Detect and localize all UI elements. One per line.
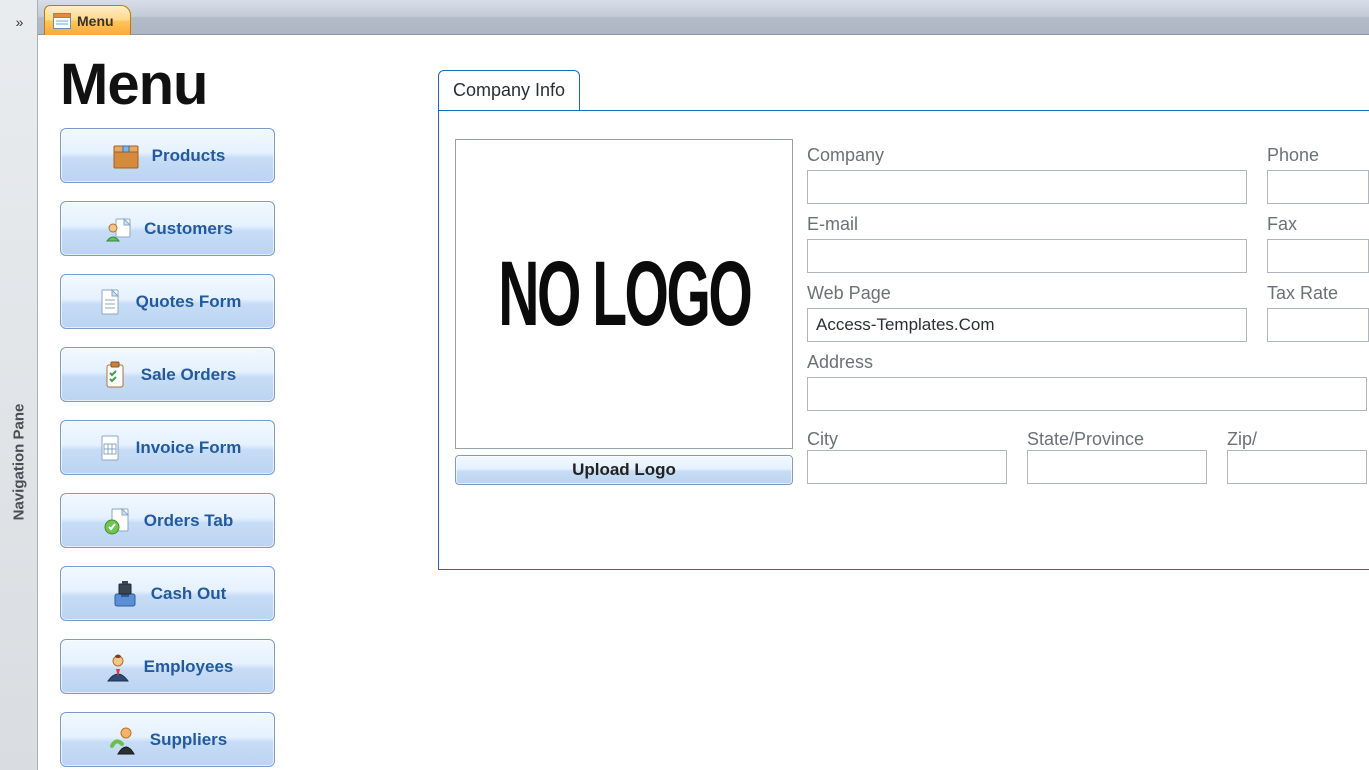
products-button[interactable]: Products	[60, 128, 275, 183]
document-tab-menu[interactable]: Menu	[44, 5, 131, 35]
label-city: City	[807, 429, 1007, 450]
company-field[interactable]	[807, 170, 1247, 204]
label-fax: Fax	[1267, 214, 1369, 235]
invoice-form-button[interactable]: Invoice Form	[60, 420, 275, 475]
menu-item-label: Products	[152, 146, 226, 166]
content: Menu Products	[38, 35, 1369, 770]
supplier-icon	[108, 724, 140, 756]
menu-item-label: Sale Orders	[141, 365, 236, 385]
label-email: E-mail	[807, 214, 1247, 235]
fields-area: Company E-mail Web Page Address City	[807, 139, 1369, 541]
page-title: Menu	[60, 51, 416, 118]
navigation-pane[interactable]: » Navigation Pane	[0, 0, 38, 770]
box-icon	[110, 140, 142, 172]
tab-company-info[interactable]: Company Info	[438, 70, 580, 110]
menu-item-label: Invoice Form	[136, 438, 242, 458]
expand-nav-icon[interactable]: »	[16, 14, 22, 30]
navigation-pane-label: Navigation Pane	[10, 404, 27, 521]
suppliers-button[interactable]: Suppliers	[60, 712, 275, 767]
menu-item-label: Cash Out	[151, 584, 227, 604]
form-icon	[53, 13, 71, 29]
customer-icon	[102, 213, 134, 245]
menu-item-label: Customers	[144, 219, 233, 239]
main-area: Menu Menu Products	[38, 0, 1369, 770]
taxrate-field[interactable]	[1267, 308, 1369, 342]
document-tabstrip: Menu	[38, 0, 1369, 35]
email-field[interactable]	[807, 239, 1247, 273]
clipboard-icon	[99, 359, 131, 391]
company-info-panel: Company Info NO LOGO Upload Logo Company	[438, 35, 1369, 770]
fields-left-col: Company E-mail Web Page Address City	[807, 139, 1247, 541]
logo-placeholder-text: NO LOGO	[498, 242, 750, 347]
cashout-icon	[109, 578, 141, 610]
document-icon	[94, 286, 126, 318]
cash-out-button[interactable]: Cash Out	[60, 566, 275, 621]
label-state: State/Province	[1027, 429, 1207, 450]
city-field[interactable]	[807, 450, 1007, 484]
invoice-icon	[94, 432, 126, 464]
sale-orders-button[interactable]: Sale Orders	[60, 347, 275, 402]
logo-placeholder[interactable]: NO LOGO	[455, 139, 793, 449]
document-tab-label: Menu	[77, 13, 114, 29]
menu-column: Menu Products	[38, 35, 438, 770]
label-taxrate: Tax Rate	[1267, 283, 1369, 304]
logo-column: NO LOGO Upload Logo	[455, 139, 793, 541]
menu-item-label: Employees	[144, 657, 234, 677]
phone-field[interactable]	[1267, 170, 1369, 204]
company-info-body: NO LOGO Upload Logo Company E-mail Web P…	[438, 110, 1369, 570]
fields-right-col: Phone Fax Tax Rate	[1267, 139, 1369, 541]
label-phone: Phone	[1267, 145, 1369, 166]
orders-icon	[102, 505, 134, 537]
fax-field[interactable]	[1267, 239, 1369, 273]
label-address: Address	[807, 352, 1247, 373]
label-webpage: Web Page	[807, 283, 1247, 304]
label-company: Company	[807, 145, 1247, 166]
webpage-field[interactable]	[807, 308, 1247, 342]
upload-logo-button[interactable]: Upload Logo	[455, 455, 793, 485]
orders-tab-button[interactable]: Orders Tab	[60, 493, 275, 548]
menu-item-label: Suppliers	[150, 730, 227, 750]
employees-button[interactable]: Employees	[60, 639, 275, 694]
quotes-form-button[interactable]: Quotes Form	[60, 274, 275, 329]
tab-label: Company Info	[453, 80, 565, 101]
customers-button[interactable]: Customers	[60, 201, 275, 256]
state-field[interactable]	[1027, 450, 1207, 484]
menu-item-label: Quotes Form	[136, 292, 242, 312]
menu-item-label: Orders Tab	[144, 511, 233, 531]
app-window: » Navigation Pane Menu Menu	[0, 0, 1369, 770]
employee-icon	[102, 651, 134, 683]
